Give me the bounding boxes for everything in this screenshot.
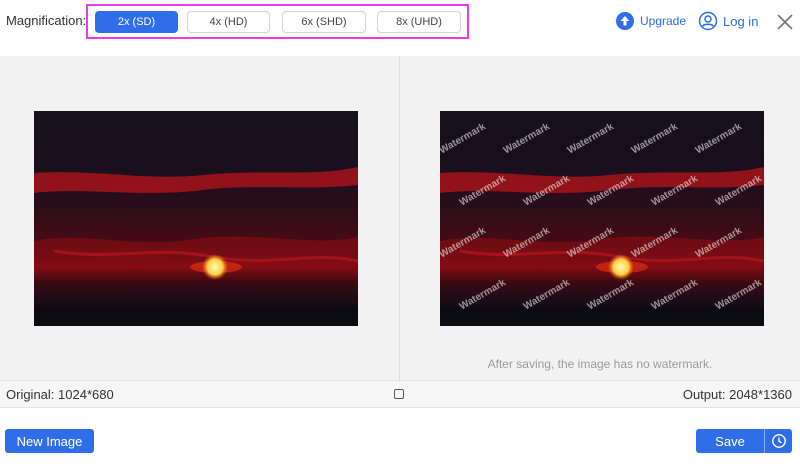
magnification-8x-button[interactable]: 8x (UHD) [377,11,461,33]
original-size: Original: 1024*680 [6,387,114,402]
login-link[interactable]: Log in [698,11,758,31]
compare-icon[interactable] [394,389,404,399]
magnification-6x-button[interactable]: 6x (SHD) [282,11,366,33]
upgrade-label: Upgrade [640,14,687,28]
info-bar: Original: 1024*680 Output: 2048*1360 [0,380,800,408]
history-icon[interactable] [765,429,792,453]
output-size: Output: 2048*1360 [682,387,792,402]
user-icon [698,11,718,31]
magnification-label: Magnification: [6,13,87,28]
magnification-options: 2x (SD) 4x (HD) 6x (SHD) 8x (UHD) [86,4,469,39]
save-button[interactable]: Save [696,429,764,453]
close-icon[interactable] [776,13,794,31]
preview-divider [399,56,400,380]
output-image: Watermark Watermark Watermark Watermark Wate… [440,111,764,326]
preview-area: Watermark Watermark Watermark Watermark Wate… [0,56,800,380]
new-image-button[interactable]: New Image [5,429,94,453]
upgrade-icon [616,12,634,30]
magnification-4x-button[interactable]: 4x (HD) [187,11,270,33]
watermark-note: After saving, the image has no watermark… [487,357,713,371]
login-label: Log in [723,13,759,29]
magnification-2x-button[interactable]: 2x (SD) [95,11,178,33]
original-image [34,111,358,326]
top-toolbar: Magnification: 2x (SD) 4x (HD) 6x (SHD) … [0,0,800,56]
upgrade-link[interactable]: Upgrade [616,12,686,30]
